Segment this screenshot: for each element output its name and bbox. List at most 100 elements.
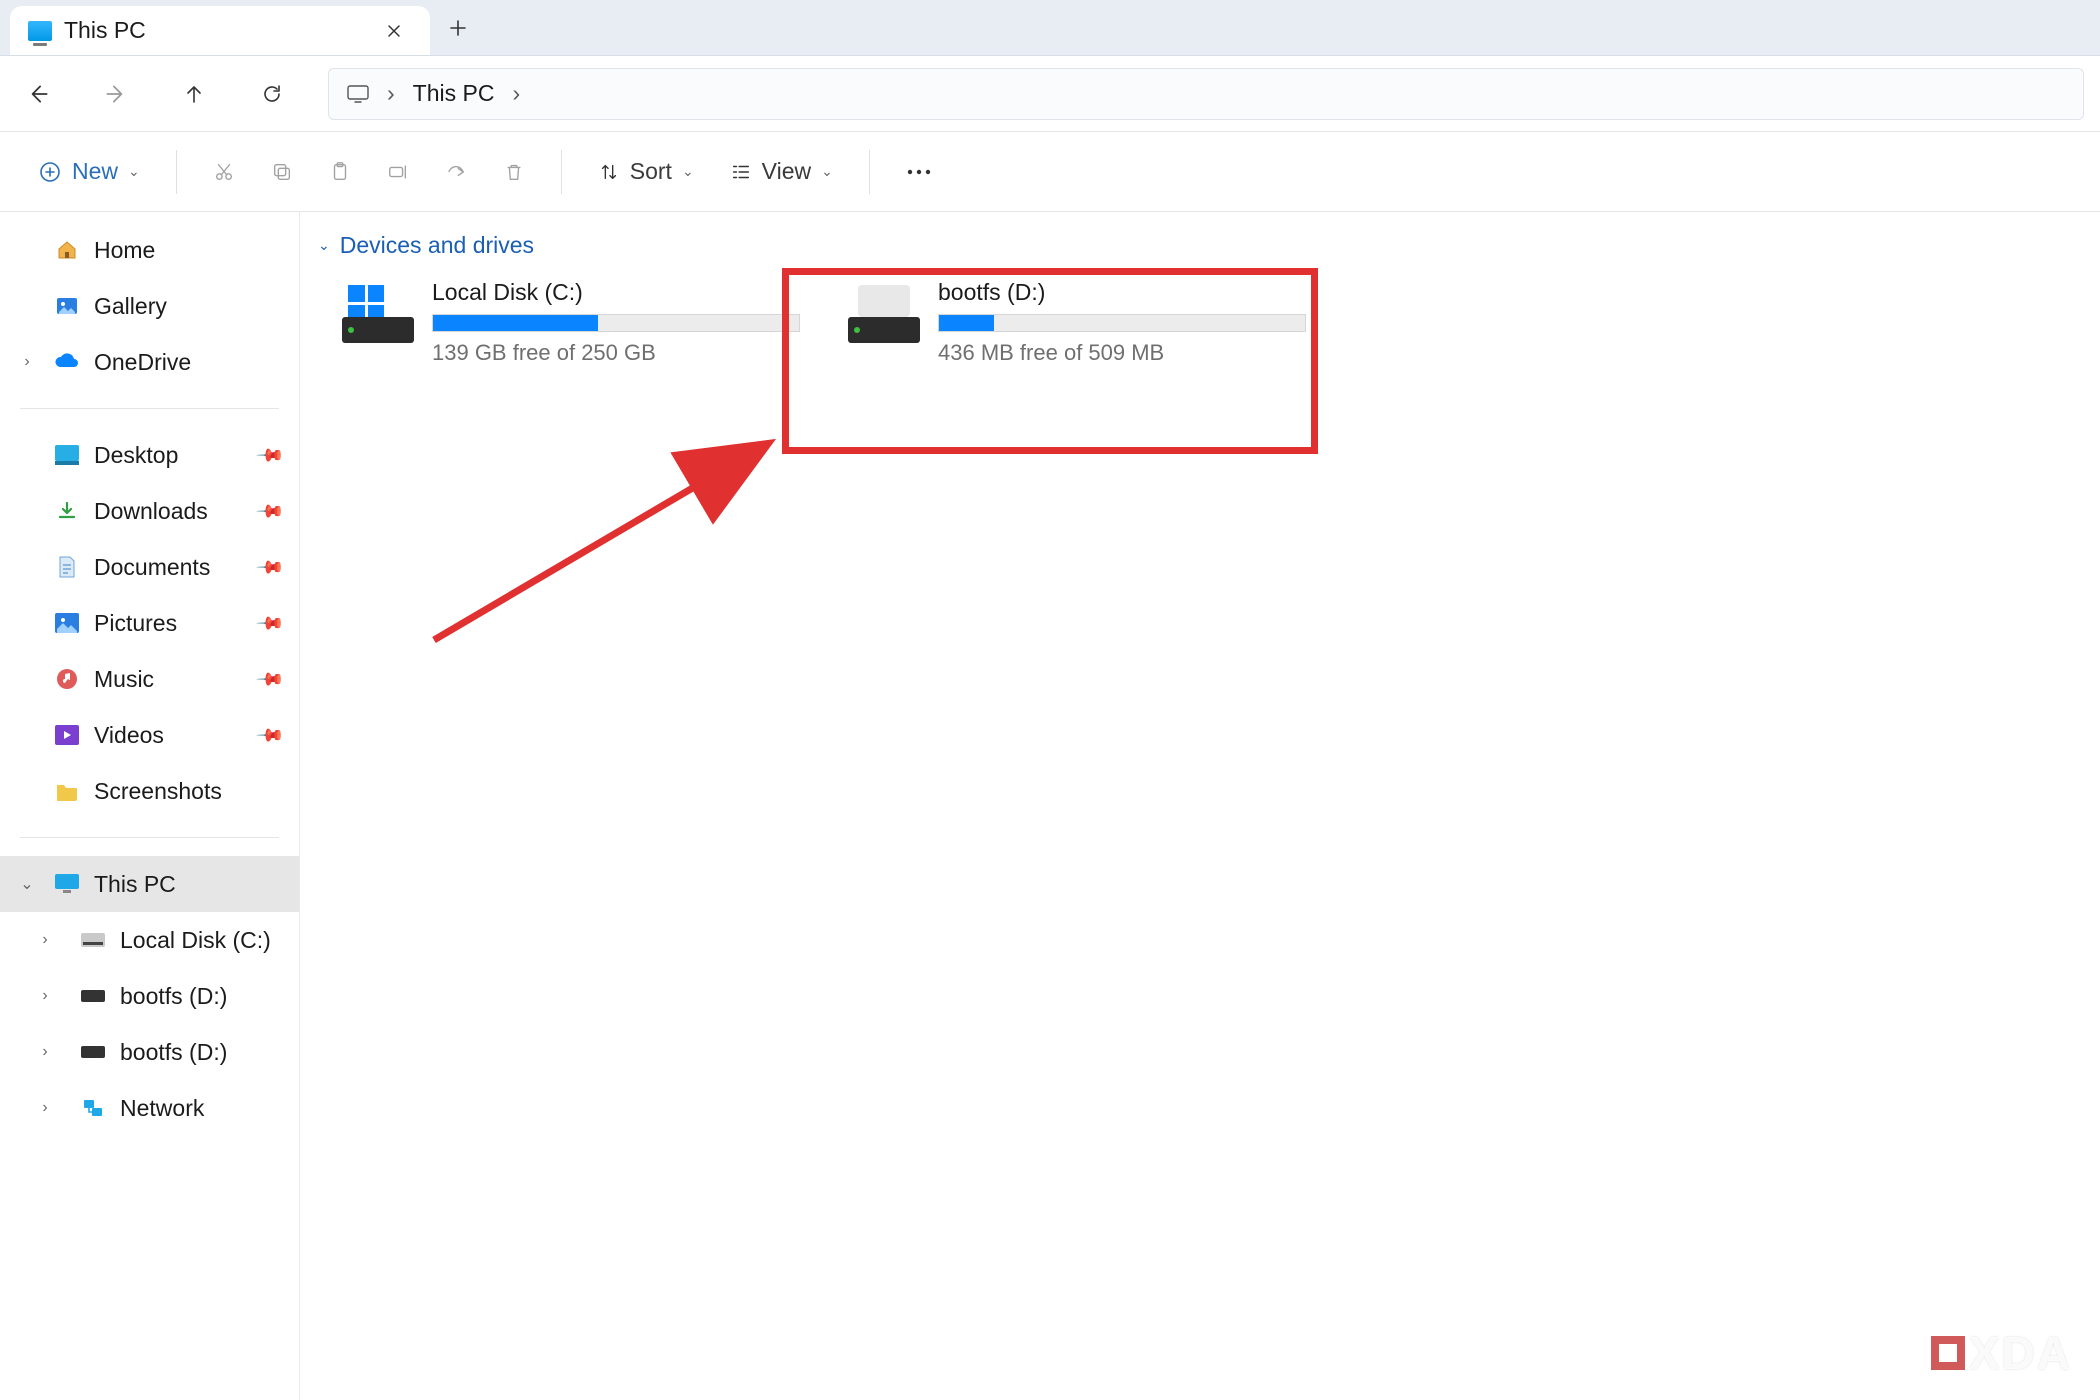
- onedrive-icon: [54, 349, 80, 375]
- watermark-text: XDA: [1969, 1326, 2072, 1380]
- main-split: Home Gallery › OneDrive Desktop 📌 Downlo…: [0, 212, 2100, 1400]
- chevron-right-icon[interactable]: ›: [16, 351, 38, 373]
- breadcrumb-location[interactable]: This PC: [413, 80, 495, 107]
- sidebar-label: Desktop: [94, 442, 178, 469]
- chevron-down-icon: ⌄: [821, 163, 833, 180]
- drive-usage-bar: [938, 314, 1306, 332]
- arrow-left-icon: [25, 81, 51, 107]
- trash-icon: [503, 161, 525, 183]
- navigation-pane: Home Gallery › OneDrive Desktop 📌 Downlo…: [0, 212, 300, 1400]
- separator: [176, 150, 177, 194]
- new-label: New: [72, 158, 118, 185]
- drive-local-disk-c[interactable]: Local Disk (C:) 139 GB free of 250 GB: [336, 273, 806, 376]
- videos-icon: [54, 722, 80, 748]
- cut-icon: [213, 161, 235, 183]
- monitor-icon: [347, 85, 369, 103]
- new-button[interactable]: New ⌄: [24, 148, 154, 196]
- pin-icon: 📌: [254, 608, 285, 639]
- monitor-icon: [54, 871, 80, 897]
- delete-button[interactable]: [489, 148, 539, 196]
- pin-icon: 📌: [254, 440, 285, 471]
- sidebar-item-local-disk-c[interactable]: › Local Disk (C:): [0, 912, 299, 968]
- sidebar-item-documents[interactable]: Documents 📌: [0, 539, 299, 595]
- sidebar-label: Home: [94, 237, 155, 264]
- chevron-right-icon[interactable]: ›: [34, 1097, 56, 1119]
- pin-icon: 📌: [254, 552, 285, 583]
- pin-icon: 📌: [254, 496, 285, 527]
- network-icon: [80, 1095, 106, 1121]
- chevron-down-icon: ⌄: [682, 163, 694, 180]
- sidebar-item-videos[interactable]: Videos 📌: [0, 707, 299, 763]
- drive-icon: [848, 285, 920, 343]
- copy-button[interactable]: [257, 148, 307, 196]
- sidebar-item-desktop[interactable]: Desktop 📌: [0, 427, 299, 483]
- close-icon: [386, 23, 402, 39]
- chevron-right-icon[interactable]: ›: [34, 985, 56, 1007]
- sort-label: Sort: [630, 158, 672, 185]
- sidebar-label: Screenshots: [94, 778, 222, 805]
- refresh-icon: [260, 82, 284, 106]
- back-button[interactable]: [16, 72, 60, 116]
- share-button[interactable]: [431, 148, 481, 196]
- view-label: View: [762, 158, 811, 185]
- hdd-icon: [80, 1039, 106, 1065]
- share-icon: [445, 161, 467, 183]
- more-button[interactable]: [892, 148, 946, 196]
- sidebar-item-gallery[interactable]: Gallery: [0, 278, 299, 334]
- sidebar-item-onedrive[interactable]: › OneDrive: [0, 334, 299, 390]
- sidebar-item-network[interactable]: › Network: [0, 1080, 299, 1136]
- hdd-icon: [80, 983, 106, 1009]
- chevron-down-icon[interactable]: ⌄: [16, 873, 38, 895]
- sort-button[interactable]: Sort ⌄: [584, 148, 708, 196]
- sidebar-item-home[interactable]: Home: [0, 222, 299, 278]
- chevron-right-icon[interactable]: ›: [34, 1041, 56, 1063]
- separator: [20, 408, 279, 409]
- sidebar-label: Pictures: [94, 610, 177, 637]
- drive-usage-bar: [432, 314, 800, 332]
- chevron-right-icon[interactable]: ›: [512, 80, 520, 107]
- rename-button[interactable]: [373, 148, 423, 196]
- drive-info: bootfs (D:) 436 MB free of 509 MB: [938, 279, 1306, 366]
- tab-this-pc[interactable]: This PC: [10, 6, 430, 55]
- sidebar-item-bootfs-d[interactable]: › bootfs (D:): [0, 968, 299, 1024]
- forward-button[interactable]: [94, 72, 138, 116]
- new-plus-icon: [38, 160, 62, 184]
- tab-close-button[interactable]: [380, 17, 408, 45]
- gallery-icon: [54, 293, 80, 319]
- command-toolbar: New ⌄ Sort ⌄ View ⌄: [0, 132, 2100, 212]
- address-bar[interactable]: › This PC ›: [328, 68, 2084, 120]
- paste-button[interactable]: [315, 148, 365, 196]
- view-button[interactable]: View ⌄: [716, 148, 847, 196]
- document-icon: [54, 554, 80, 580]
- download-icon: [54, 498, 80, 524]
- drive-name: Local Disk (C:): [432, 279, 800, 306]
- sidebar-label: This PC: [94, 871, 176, 898]
- section-title: Devices and drives: [340, 232, 534, 259]
- section-devices-and-drives[interactable]: ⌄ Devices and drives: [310, 226, 2090, 265]
- tab-bar: This PC: [0, 0, 2100, 56]
- folder-icon: [54, 778, 80, 804]
- hdd-icon: [80, 927, 106, 953]
- sidebar-label: Network: [120, 1095, 204, 1122]
- sidebar-label: bootfs (D:): [120, 1039, 227, 1066]
- drive-grid: Local Disk (C:) 139 GB free of 250 GB bo…: [310, 273, 2090, 376]
- sidebar-item-bootfs-d-2[interactable]: › bootfs (D:): [0, 1024, 299, 1080]
- new-tab-button[interactable]: [430, 0, 486, 55]
- up-button[interactable]: [172, 72, 216, 116]
- sidebar-item-this-pc[interactable]: ⌄ This PC: [0, 856, 299, 912]
- refresh-button[interactable]: [250, 72, 294, 116]
- sidebar-item-downloads[interactable]: Downloads 📌: [0, 483, 299, 539]
- cut-button[interactable]: [199, 148, 249, 196]
- drive-bootfs-d[interactable]: bootfs (D:) 436 MB free of 509 MB: [842, 273, 1312, 376]
- chevron-right-icon[interactable]: ›: [34, 929, 56, 951]
- arrow-right-icon: [103, 81, 129, 107]
- separator: [561, 150, 562, 194]
- sidebar-item-music[interactable]: Music 📌: [0, 651, 299, 707]
- paste-icon: [329, 161, 351, 183]
- drive-free-text: 139 GB free of 250 GB: [432, 340, 800, 366]
- sidebar-item-screenshots[interactable]: Screenshots: [0, 763, 299, 819]
- separator: [20, 837, 279, 838]
- sidebar-item-pictures[interactable]: Pictures 📌: [0, 595, 299, 651]
- watermark: XDA: [1931, 1326, 2072, 1380]
- separator: [869, 150, 870, 194]
